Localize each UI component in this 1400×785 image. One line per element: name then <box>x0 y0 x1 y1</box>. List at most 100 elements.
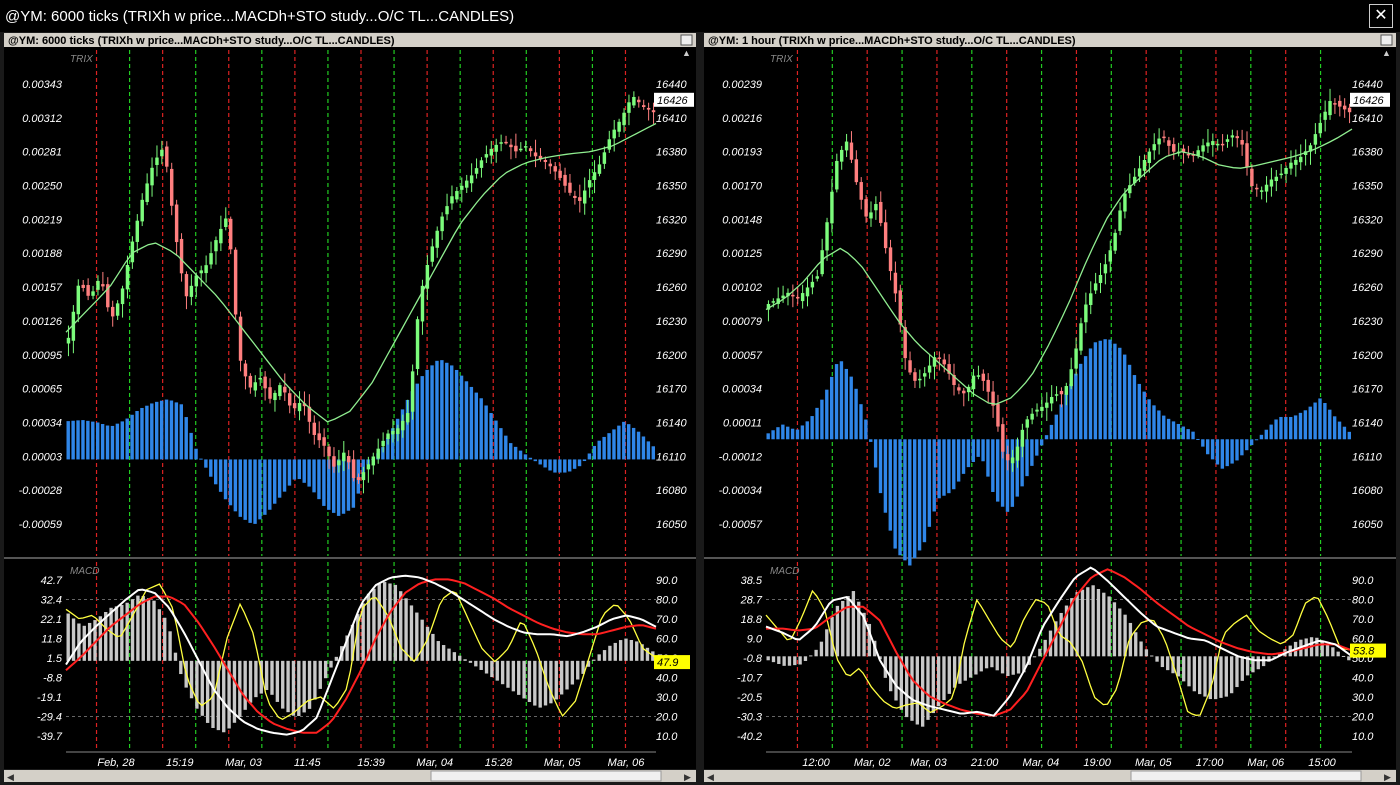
candle-down <box>184 274 189 297</box>
macd-histogram-bar <box>565 660 569 690</box>
candle-up <box>1274 176 1279 181</box>
macd-histogram-bar <box>1192 656 1197 692</box>
stochastic-tick-label: 30.0 <box>656 692 678 704</box>
time-tick-label: 12:00 <box>802 757 830 769</box>
time-tick-label: 21:00 <box>970 757 999 769</box>
macd-histogram-bar <box>286 660 290 713</box>
trix-histogram-bar <box>445 362 449 460</box>
macd-histogram-bar <box>479 660 483 670</box>
stochastic-tick-label: 80.0 <box>656 595 678 607</box>
trix-histogram-bar <box>844 368 849 440</box>
macd-histogram-bar <box>490 660 494 678</box>
trix-histogram-bar <box>1035 439 1039 456</box>
macd-histogram-bar <box>1150 655 1154 657</box>
macd-tick-label: 42.7 <box>41 575 63 587</box>
trix-histogram-bar <box>150 403 154 460</box>
trix-histogram-bar <box>781 424 785 440</box>
candle-down <box>346 456 351 463</box>
trix-histogram-bar <box>238 459 242 517</box>
trix-histogram-bar <box>277 459 282 498</box>
candle-down <box>351 459 356 478</box>
price-tick-label: 16140 <box>1352 417 1383 429</box>
macd-histogram-bar <box>114 606 119 661</box>
trix-histogram-bar <box>1269 424 1273 440</box>
candle-up <box>1054 394 1059 396</box>
trix-histogram-bar <box>1098 340 1102 440</box>
candle-up <box>830 191 834 224</box>
price-last-label: 16426 <box>1353 95 1384 107</box>
candle-up <box>91 291 95 296</box>
candle-up <box>376 448 380 459</box>
trix-histogram-bar <box>282 459 287 492</box>
trix-histogram-bar <box>66 421 70 460</box>
trix-label: TRIX <box>770 54 793 65</box>
candle-up <box>1269 179 1274 187</box>
candle-down <box>962 390 966 394</box>
trix-histogram-bar <box>956 439 961 482</box>
macd-histogram-bar <box>777 656 781 664</box>
trix-histogram-bar <box>140 407 144 460</box>
candle-up <box>460 185 464 190</box>
candle-up <box>1069 369 1073 387</box>
macd-histogram-bar <box>173 652 178 661</box>
stochastic-tick-label: 80.0 <box>1352 595 1374 607</box>
macd-histogram-bar <box>393 584 398 661</box>
trix-histogram-bar <box>1201 439 1205 447</box>
macd-histogram-bar <box>425 626 430 661</box>
trix-histogram-bar <box>1181 426 1185 440</box>
macd-histogram-bar <box>522 660 526 699</box>
candle-down <box>1220 143 1225 146</box>
candle-up <box>1328 101 1332 116</box>
trix-histogram-bar <box>617 425 621 460</box>
macd-tick-label: -8.8 <box>43 673 63 685</box>
candle-up <box>499 142 503 144</box>
price-tick-label: 16080 <box>1352 485 1383 497</box>
trix-histogram-bar <box>292 459 297 480</box>
macd-histogram-bar <box>1075 592 1079 657</box>
macd-histogram-bar <box>1240 656 1244 681</box>
panel-title: @YM: 6000 ticks (TRIXh w price...MACDh+S… <box>8 35 395 47</box>
macd-histogram-bar <box>576 660 580 680</box>
trix-histogram-bar <box>135 411 139 460</box>
trix-tick-label: 0.00057 <box>722 350 763 362</box>
trix-histogram-bar <box>942 439 946 496</box>
trix-tick-label: 0.00312 <box>22 113 62 125</box>
candle-down <box>174 204 179 243</box>
trix-histogram-bar <box>263 459 267 515</box>
macd-histogram-bar <box>624 638 628 661</box>
trix-tick-label: 0.00216 <box>722 113 763 125</box>
macd-histogram-bar <box>254 660 258 698</box>
macd-histogram-bar <box>474 660 478 667</box>
candle-down <box>646 107 651 110</box>
trix-histogram-bar <box>307 459 311 487</box>
candle-up <box>115 303 120 316</box>
macd-histogram-bar <box>243 660 247 710</box>
trix-histogram-bar <box>1293 415 1298 440</box>
stochastic-tick-label: 90.0 <box>1352 575 1374 587</box>
trix-histogram-bar <box>440 360 444 460</box>
candle-up <box>361 472 366 481</box>
macd-histogram-bar <box>910 656 914 721</box>
trix-histogram-bar <box>1196 438 1200 440</box>
trix-tick-label: 0.00250 <box>22 181 63 193</box>
candle-up <box>494 144 498 152</box>
candle-up <box>612 129 616 139</box>
candle-down <box>796 296 800 299</box>
trix-histogram-bar <box>1298 412 1303 440</box>
trix-histogram-bar <box>1054 414 1058 440</box>
candle-up <box>627 102 631 113</box>
candle-down <box>243 363 248 377</box>
panel-title: @YM: 1 hour (TRIXh w price...MACDh+STO s… <box>708 35 1076 47</box>
macd-histogram-bar <box>1182 656 1186 682</box>
macd-histogram-bar <box>782 656 786 666</box>
candle-down <box>169 168 174 206</box>
candle-up <box>209 253 213 265</box>
macd-histogram-bar <box>968 656 973 678</box>
trix-histogram-bar <box>533 459 537 462</box>
trix-histogram-bar <box>509 443 513 460</box>
trix-histogram-bar <box>71 420 75 460</box>
macd-histogram-bar <box>846 595 850 657</box>
trix-tick-label: 0.00095 <box>22 350 63 362</box>
trix-histogram-bar <box>883 439 888 513</box>
candle-down <box>312 422 317 435</box>
